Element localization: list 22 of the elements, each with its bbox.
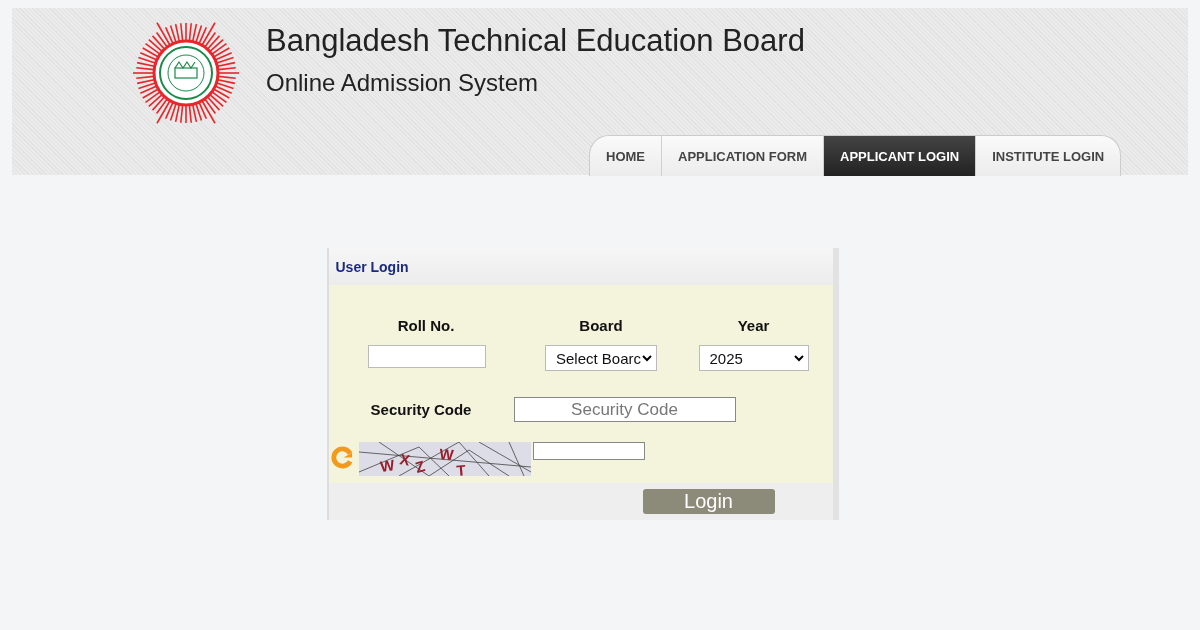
refresh-icon[interactable]	[330, 446, 354, 469]
select-field[interactable]: 2025	[698, 345, 809, 371]
select-field[interactable]: Select Boarc	[545, 345, 657, 371]
field-label: Security Code	[369, 401, 473, 418]
captcha-letter: Z	[412, 457, 427, 476]
nav-tab[interactable]: APPLICANT LOGIN	[824, 136, 977, 176]
nav-tab[interactable]: INSTITUTE LOGIN	[976, 136, 1121, 176]
nav-tab[interactable]: HOME	[590, 136, 662, 176]
captcha-input-field[interactable]	[532, 442, 645, 460]
chevron-down-icon	[793, 354, 804, 362]
site-title: Bangladesh Technical Education Board	[266, 23, 805, 59]
field-label: Roll No.	[397, 317, 455, 336]
captcha-letter: T	[455, 461, 466, 476]
security-code-field[interactable]: Security Code	[513, 397, 736, 422]
captcha-letter: W	[378, 456, 395, 475]
captcha-letter: W	[438, 445, 454, 464]
site-subtitle: Online Admission System	[266, 69, 540, 97]
field-label: Year	[737, 317, 770, 336]
chevron-down-icon	[642, 354, 652, 362]
input-field[interactable]	[368, 345, 486, 368]
field-label: Board	[579, 317, 623, 336]
captcha-letter: X	[398, 450, 411, 469]
